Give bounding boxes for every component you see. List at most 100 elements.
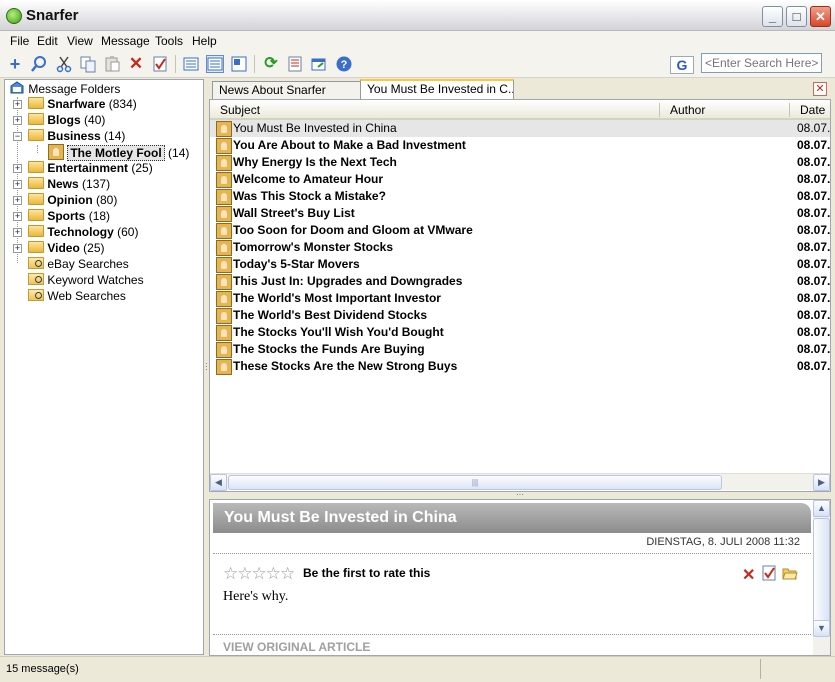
feed-item-icon [216, 240, 232, 256]
folder-sports[interactable]: + Sports (18) [13, 208, 193, 224]
message-subject: The World's Most Important Investor [233, 291, 441, 305]
message-row[interactable]: Wall Street's Buy List 08.07. [210, 205, 830, 222]
folder-business[interactable]: − Business (14) [13, 128, 193, 144]
delete-icon[interactable]: ✕ [127, 55, 145, 73]
message-row[interactable]: Too Soon for Doom and Gloom at VMware 08.… [210, 222, 830, 239]
scroll-up-icon[interactable]: ▲ [813, 500, 830, 517]
checklist-icon[interactable] [286, 55, 304, 73]
expand-icon[interactable]: + [13, 100, 22, 109]
folder-root-label: Message Folders [28, 82, 121, 96]
message-row[interactable]: Why Energy Is the Next Tech 08.07. [210, 154, 830, 171]
horizontal-scrollbar[interactable]: ◀ ||| ▶ [210, 473, 830, 491]
folder-the-motley-fool[interactable]: The Motley Fool (14) [48, 144, 198, 161]
message-row[interactable]: The World's Most Important Investor 08.07… [210, 290, 830, 307]
horizontal-splitter[interactable]: ··· [209, 491, 831, 499]
add-icon[interactable]: + [6, 55, 24, 73]
search-keyword-watches[interactable]: Keyword Watches [28, 272, 144, 288]
folder-label: Video [47, 241, 80, 255]
menu-edit[interactable]: Edit [37, 34, 58, 48]
paste-icon[interactable] [103, 55, 121, 73]
message-row[interactable]: Tomorrow's Monster Stocks 08.07. [210, 239, 830, 256]
search-input[interactable] [701, 53, 822, 73]
maximize-button[interactable]: □ [786, 6, 807, 27]
message-row[interactable]: This Just In: Upgrades and Downgrades 08.… [210, 273, 830, 290]
scroll-right-icon[interactable]: ▶ [813, 474, 830, 491]
folder-label: Sports [47, 209, 86, 223]
delete-icon[interactable]: ✕ [742, 565, 755, 585]
expand-icon[interactable]: + [13, 212, 22, 221]
message-date: 08.07. [797, 223, 831, 237]
close-tab-icon[interactable]: ✕ [813, 82, 827, 96]
folder-blogs[interactable]: + Blogs (40) [13, 112, 193, 128]
view-original-link[interactable]: VIEW ORIGINAL ARTICLE [223, 640, 370, 654]
reading-view-icon[interactable] [230, 55, 248, 73]
message-row[interactable]: Today's 5-Star Movers 08.07. [210, 256, 830, 273]
preview-scrollbar[interactable]: ▲ ▼ [813, 500, 830, 655]
feed-item-icon [216, 223, 232, 239]
expand-icon[interactable]: + [13, 228, 22, 237]
message-row[interactable]: The Stocks the Funds Are Buying 08.07. [210, 341, 830, 358]
message-row[interactable]: Welcome to Amateur Hour 08.07. [210, 171, 830, 188]
folder-label: The Motley Fool [67, 145, 165, 161]
search-web[interactable]: Web Searches [28, 288, 126, 304]
column-author[interactable]: Author [660, 100, 790, 120]
column-date[interactable]: Date [790, 100, 830, 120]
folder-snarfware[interactable]: + Snarfware (834) [13, 96, 193, 112]
menu-file[interactable]: File [10, 34, 29, 48]
expand-icon[interactable]: + [13, 196, 22, 205]
minimize-button[interactable]: _ [762, 6, 783, 27]
scroll-down-icon[interactable]: ▼ [813, 620, 830, 637]
folder-opinion[interactable]: + Opinion (80) [13, 192, 193, 208]
refresh-icon[interactable]: ⟳ [262, 55, 280, 73]
message-row[interactable]: You Are About to Make a Bad Investment 08… [210, 137, 830, 154]
expand-icon[interactable]: + [13, 244, 22, 253]
folder-news[interactable]: + News (137) [13, 176, 193, 192]
help-icon[interactable]: ? [335, 55, 353, 73]
cut-icon[interactable] [55, 55, 73, 73]
tab-current-article[interactable]: You Must Be Invested in C... [360, 79, 514, 99]
tab-news-about-snarfer[interactable]: News About Snarfer [212, 81, 362, 99]
search-folder-icon [28, 273, 44, 285]
copy-icon[interactable] [79, 55, 97, 73]
message-subject: The Stocks the Funds Are Buying [233, 342, 425, 356]
menu-tools[interactable]: Tools [155, 34, 183, 48]
folder-icon [28, 225, 44, 237]
expand-icon[interactable]: + [13, 164, 22, 173]
list-view-icon[interactable] [182, 55, 200, 73]
expand-icon[interactable]: + [13, 116, 22, 125]
expand-icon[interactable]: + [13, 180, 22, 189]
collapse-icon[interactable]: − [13, 132, 22, 141]
message-row[interactable]: The Stocks You'll Wish You'd Bought 08.07… [210, 324, 830, 341]
folder-entertainment[interactable]: + Entertainment (25) [13, 160, 193, 176]
search-label: Web Searches [47, 289, 126, 303]
split-view-icon[interactable] [206, 55, 224, 73]
scroll-thumb[interactable]: ||| [228, 475, 722, 490]
column-subject[interactable]: Subject [210, 100, 660, 120]
search-engine-icon[interactable]: G [670, 56, 694, 74]
folder-technology[interactable]: + Technology (60) [13, 224, 193, 240]
check-icon[interactable] [762, 565, 777, 584]
rating-stars-icon[interactable]: ☆☆☆☆☆ [223, 564, 295, 584]
message-row[interactable]: Was This Stock a Mistake? 08.07. [210, 188, 830, 205]
folder-label: Snarfware [47, 97, 106, 111]
status-field [760, 659, 761, 679]
message-date: 08.07. [797, 189, 831, 203]
message-row[interactable]: You Must Be Invested in China 08.07. [210, 120, 830, 137]
menu-view[interactable]: View [67, 34, 93, 48]
folder-video[interactable]: + Video (25) [13, 240, 193, 256]
check-icon[interactable] [151, 55, 169, 73]
message-row[interactable]: The World's Best Dividend Stocks 08.07. [210, 307, 830, 324]
menu-message[interactable]: Message [101, 34, 150, 48]
folder-root[interactable]: Message Folders [9, 80, 120, 96]
export-icon[interactable] [310, 55, 328, 73]
find-icon[interactable] [30, 55, 48, 73]
close-button[interactable]: ✕ [810, 6, 831, 27]
open-folder-icon[interactable] [782, 566, 798, 583]
menu-help[interactable]: Help [192, 34, 217, 48]
message-date: 08.07. [797, 325, 831, 339]
scroll-left-icon[interactable]: ◀ [210, 474, 227, 491]
scroll-thumb[interactable] [813, 518, 830, 630]
message-date: 08.07. [797, 342, 831, 356]
search-ebay[interactable]: eBay Searches [28, 256, 129, 272]
message-row[interactable]: These Stocks Are the New Strong Buys 08.0… [210, 358, 830, 375]
